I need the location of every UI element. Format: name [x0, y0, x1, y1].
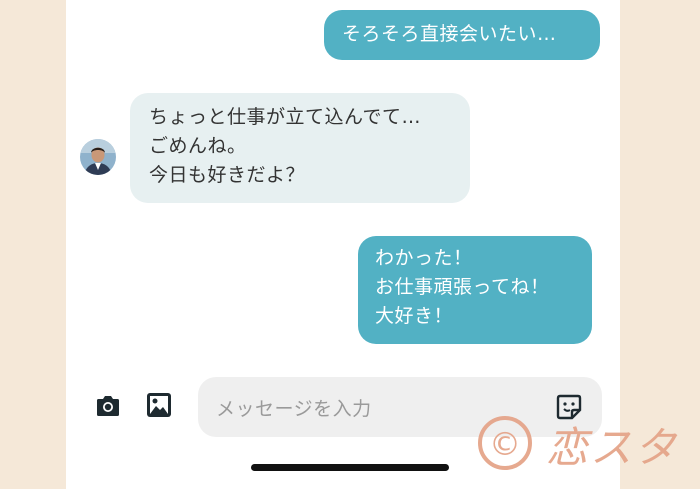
message-bubble-outgoing: そろそろ直接会いたい… — [324, 10, 600, 60]
message-input-placeholder: メッセージを入力 — [216, 397, 372, 420]
message-bubble-incoming: ちょっと仕事が立て込んでて… ごめんね。 今日も好きだよ？ — [130, 93, 470, 203]
message-bubble-outgoing: わかった！ お仕事頑張ってね！ 大好き！ — [358, 236, 592, 344]
image-icon[interactable] — [145, 391, 173, 419]
copyright-symbol: © — [489, 425, 521, 463]
watermark: © 恋スタ — [474, 412, 684, 474]
home-indicator — [251, 464, 449, 471]
watermark-text: 恋スタ — [546, 423, 679, 472]
avatar[interactable] — [80, 139, 116, 175]
camera-icon[interactable] — [94, 392, 122, 420]
